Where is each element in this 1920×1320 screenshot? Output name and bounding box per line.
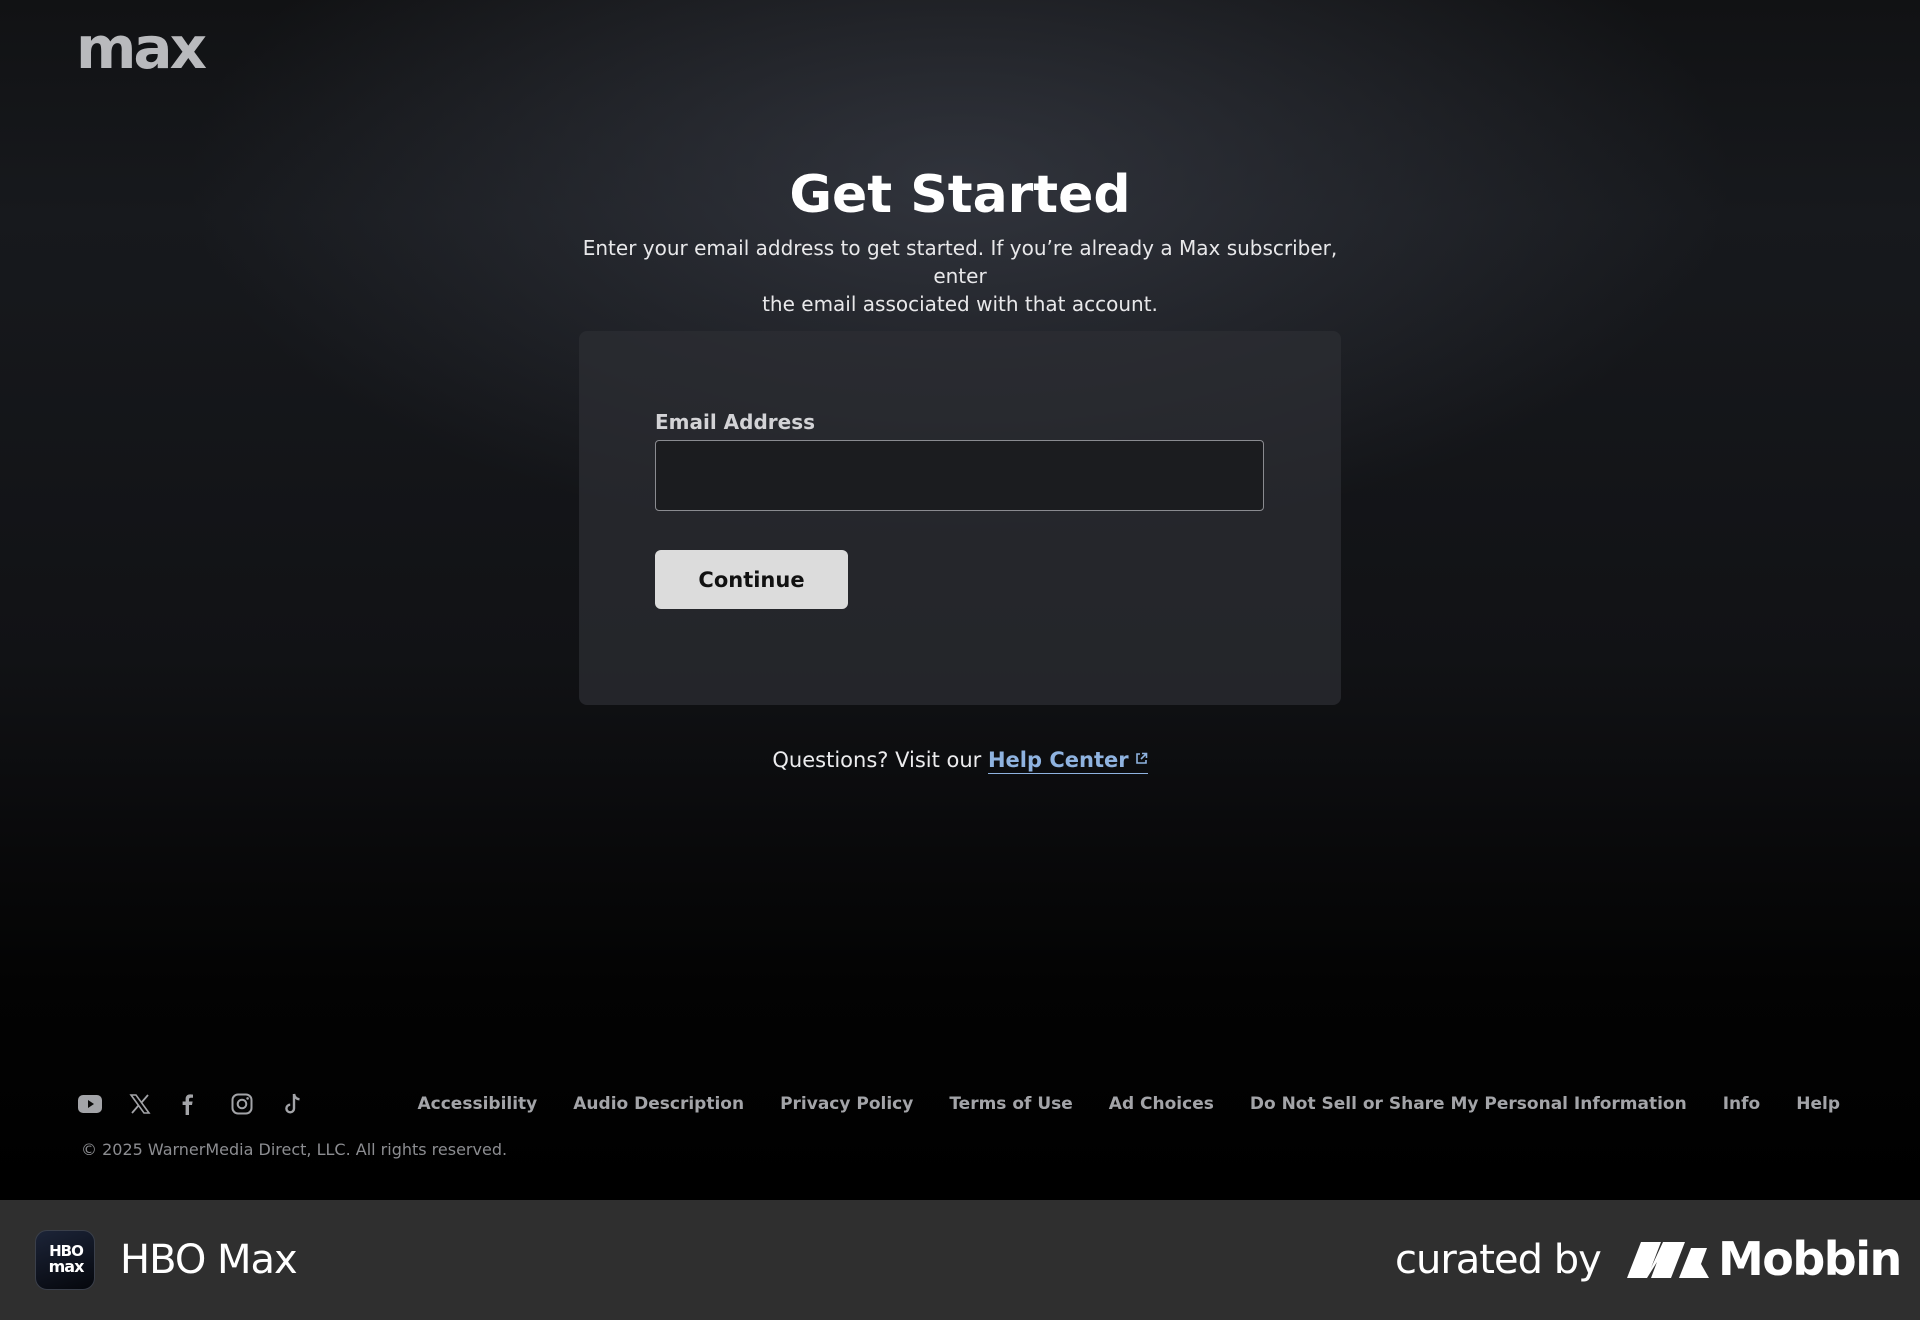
mobbin-logo-icon [1627,1242,1709,1278]
help-center-label: Help Center [987,748,1129,772]
footer-link-terms-of-use[interactable]: Terms of Use [949,1094,1072,1114]
x-icon[interactable] [129,1091,180,1117]
help-line: Questions? Visit our Help Center [0,743,1920,775]
page-subtitle: Enter your email address to get started.… [570,234,1350,318]
curated-by-label: curated by [1395,1237,1602,1283]
footer-link-privacy-policy[interactable]: Privacy Policy [780,1094,913,1114]
continue-button[interactable]: Continue [655,550,848,609]
tiktok-icon[interactable] [282,1091,333,1117]
app-icon-text-bottom: max [48,1257,85,1276]
max-logo[interactable]: max [76,19,216,77]
footer-links: Accessibility Audio Description Privacy … [418,1090,1841,1118]
footer-link-accessibility[interactable]: Accessibility [418,1094,538,1114]
footer-link-help[interactable]: Help [1796,1094,1840,1114]
footer-link-do-not-sell[interactable]: Do Not Sell or Share My Personal Informa… [1250,1094,1687,1114]
email-label: Email Address [655,410,816,434]
subtitle-line-1: Enter your email address to get started.… [582,236,1338,288]
facebook-icon[interactable] [180,1091,231,1117]
app-name: HBO Max [120,1237,298,1283]
hbo-max-app-icon: HBO max [35,1230,95,1290]
footer-link-info[interactable]: Info [1723,1094,1761,1114]
copyright-text: © 2025 WarnerMedia Direct, LLC. All righ… [81,1140,508,1159]
help-center-link[interactable]: Help Center [987,748,1148,774]
youtube-icon[interactable] [78,1091,129,1117]
instagram-icon[interactable] [231,1091,282,1117]
social-links [78,1091,333,1117]
mobbin-banner: HBO max HBO Max curated by Mobbin [0,1200,1920,1320]
footer-link-ad-choices[interactable]: Ad Choices [1109,1094,1214,1114]
signup-card: Email Address Continue [579,331,1341,705]
page-background: max Get Started Enter your email address… [0,0,1920,1200]
subtitle-line-2: the email associated with that account. [762,292,1158,316]
email-field[interactable] [655,440,1264,511]
mobbin-wordmark: Mobbin [1718,1232,1902,1286]
external-link-icon [1135,743,1148,773]
footer-link-audio-description[interactable]: Audio Description [573,1094,744,1114]
help-prefix: Questions? Visit our [772,748,982,772]
page-title: Get Started [789,165,1131,225]
